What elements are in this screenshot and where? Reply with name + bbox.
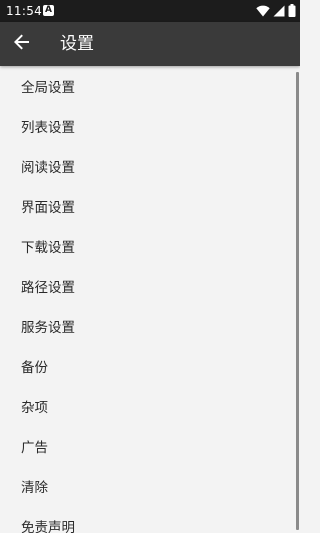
- settings-item-path[interactable]: 路径设置: [0, 266, 300, 306]
- app-notification-letter: A: [45, 5, 52, 15]
- settings-item-ads[interactable]: 广告: [0, 426, 300, 466]
- status-indicators: [256, 2, 296, 21]
- status-bar: 11:54 A: [0, 0, 300, 22]
- arrow-back-icon: [14, 34, 30, 54]
- app-notification-icon: A: [43, 5, 54, 16]
- wifi-icon: [256, 2, 270, 21]
- app-bar: 设置: [0, 22, 300, 66]
- scrollbar[interactable]: [296, 72, 299, 530]
- settings-item-interface[interactable]: 界面设置: [0, 186, 300, 226]
- settings-item-list[interactable]: 列表设置: [0, 106, 300, 146]
- settings-item-misc[interactable]: 杂项: [0, 386, 300, 426]
- settings-screen: 11:54 A 设置 全局设置 列表设置 阅读设置 界面设置 下载设置 路径设置…: [0, 0, 300, 533]
- settings-item-backup[interactable]: 备份: [0, 346, 300, 386]
- settings-item-download[interactable]: 下载设置: [0, 226, 300, 266]
- battery-icon: [288, 2, 296, 21]
- cellular-signal-icon: [273, 2, 285, 21]
- settings-item-service[interactable]: 服务设置: [0, 306, 300, 346]
- settings-item-disclaimer[interactable]: 免责声明: [0, 506, 300, 533]
- back-button[interactable]: [6, 28, 38, 60]
- settings-list: 全局设置 列表设置 阅读设置 界面设置 下载设置 路径设置 服务设置 备份 杂项…: [0, 66, 300, 533]
- settings-item-reading[interactable]: 阅读设置: [0, 146, 300, 186]
- status-time: 11:54: [6, 4, 43, 18]
- page-title: 设置: [60, 34, 94, 54]
- settings-item-global[interactable]: 全局设置: [0, 66, 300, 106]
- settings-item-clear[interactable]: 清除: [0, 466, 300, 506]
